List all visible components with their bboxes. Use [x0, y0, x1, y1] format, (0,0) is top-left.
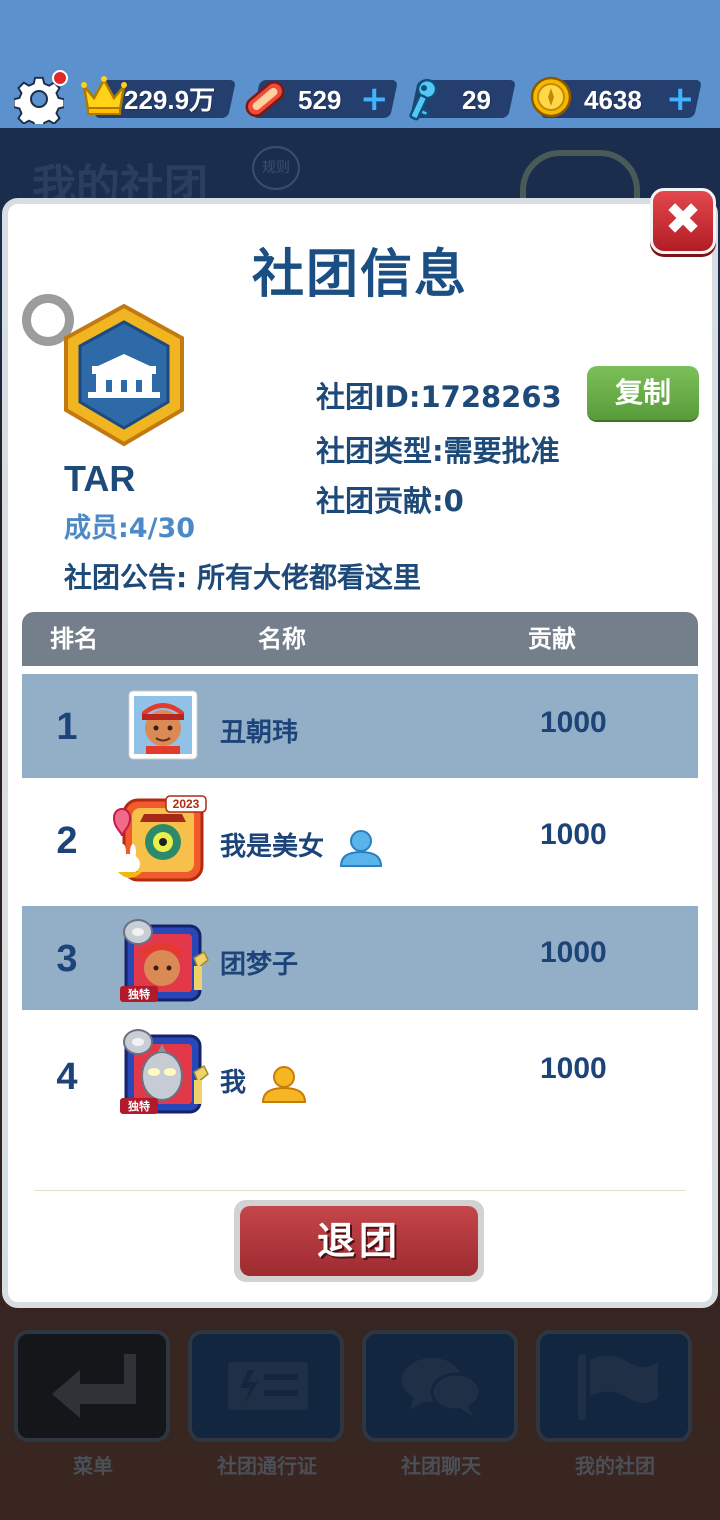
nav-menu-label: 菜单 — [73, 1454, 113, 1478]
player-avatar[interactable]: 2023 — [110, 792, 210, 888]
nav-menu-button[interactable] — [14, 1330, 170, 1442]
quit-club-button[interactable]: 退团 — [234, 1200, 484, 1282]
club-notice: 社团公告: 所有大佬都看这里 — [64, 561, 421, 594]
table-row[interactable]: 2 2023 我是美女 1000 — [22, 788, 698, 892]
modal-title: 社团信息 — [251, 245, 468, 305]
club-name: TAR — [64, 458, 136, 499]
player-contribution: 1000 — [540, 706, 607, 739]
header-contribution: 贡献 — [528, 625, 576, 653]
crown-icon — [81, 76, 127, 115]
club-contribution: 社团贡献:0 — [316, 484, 464, 518]
player-name: 丑朝玮 — [220, 718, 299, 748]
chat-bubbles-icon — [402, 1358, 482, 1418]
notification-dot — [52, 70, 68, 86]
nav-club-pass-label: 社团通行证 — [217, 1454, 317, 1478]
row-rank: 4 — [56, 1056, 78, 1098]
coin-icon — [530, 76, 572, 118]
player-name-wrap: 我 — [220, 1062, 307, 1104]
club-badge-icon — [64, 303, 184, 447]
player-name: 团梦子 — [220, 950, 299, 980]
add-boards-button[interactable]: + — [360, 82, 389, 116]
person-gold-icon — [262, 1065, 307, 1103]
flag-icon — [578, 1354, 658, 1420]
row-rank: 2 — [56, 820, 78, 862]
quit-club-label: 退团 — [240, 1206, 478, 1276]
table-row[interactable]: 1 丑朝玮 1000 — [22, 674, 698, 778]
crown-value: 229.9万 — [124, 85, 216, 115]
player-name: 我是美女 — [220, 832, 325, 862]
coin-value: 4638 — [584, 85, 642, 115]
player-contribution: 1000 — [540, 1052, 607, 1085]
player-name: 我 — [220, 1068, 247, 1098]
nav-club-chat-button[interactable] — [362, 1330, 518, 1442]
nav-club-pass-button[interactable] — [188, 1330, 344, 1442]
row-rank: 1 — [56, 706, 78, 748]
avatar-frame-tag: 独特 — [127, 1099, 150, 1113]
club-type: 社团类型:需要批准 — [316, 434, 560, 468]
player-avatar[interactable]: 独特 — [116, 1022, 214, 1118]
header-rank: 排名 — [50, 625, 98, 653]
nav-my-club-label: 我的社团 — [575, 1454, 655, 1478]
row-rank: 3 — [56, 938, 78, 980]
player-contribution: 1000 — [540, 818, 607, 851]
player-contribution: 1000 — [540, 936, 607, 969]
ticket-icon — [228, 1362, 308, 1410]
person-blue-icon — [340, 829, 383, 867]
nav-my-club-button[interactable] — [536, 1330, 692, 1442]
members-table-header — [22, 612, 698, 666]
return-arrow-icon — [52, 1354, 136, 1418]
key-value: 29 — [462, 85, 491, 115]
player-avatar[interactable]: 独特 — [116, 912, 214, 1006]
header-name: 名称 — [258, 625, 306, 653]
table-row[interactable]: 4 独特 我 1000 — [22, 1022, 698, 1126]
player-avatar[interactable] — [128, 690, 198, 760]
avatar-frame-tag: 独特 — [127, 987, 150, 1001]
key-icon — [409, 78, 438, 121]
divider — [34, 1190, 686, 1191]
add-coins-button[interactable]: + — [666, 82, 695, 116]
nav-club-chat-label: 社团聊天 — [401, 1454, 481, 1478]
player-name-wrap: 我是美女 — [220, 826, 383, 868]
club-id: 社团ID:1728263 — [316, 380, 562, 414]
background-rules-button: 规则 — [252, 146, 300, 190]
hoverboard-icon — [245, 81, 285, 117]
club-member-count: 成员:4/30 — [64, 513, 196, 544]
copy-id-button[interactable]: 复制 — [587, 366, 699, 420]
board-value: 529 — [298, 85, 342, 115]
table-row[interactable]: 3 独特 团梦子 1000 — [22, 906, 698, 1010]
avatar-year-badge: 2023 — [173, 797, 200, 811]
